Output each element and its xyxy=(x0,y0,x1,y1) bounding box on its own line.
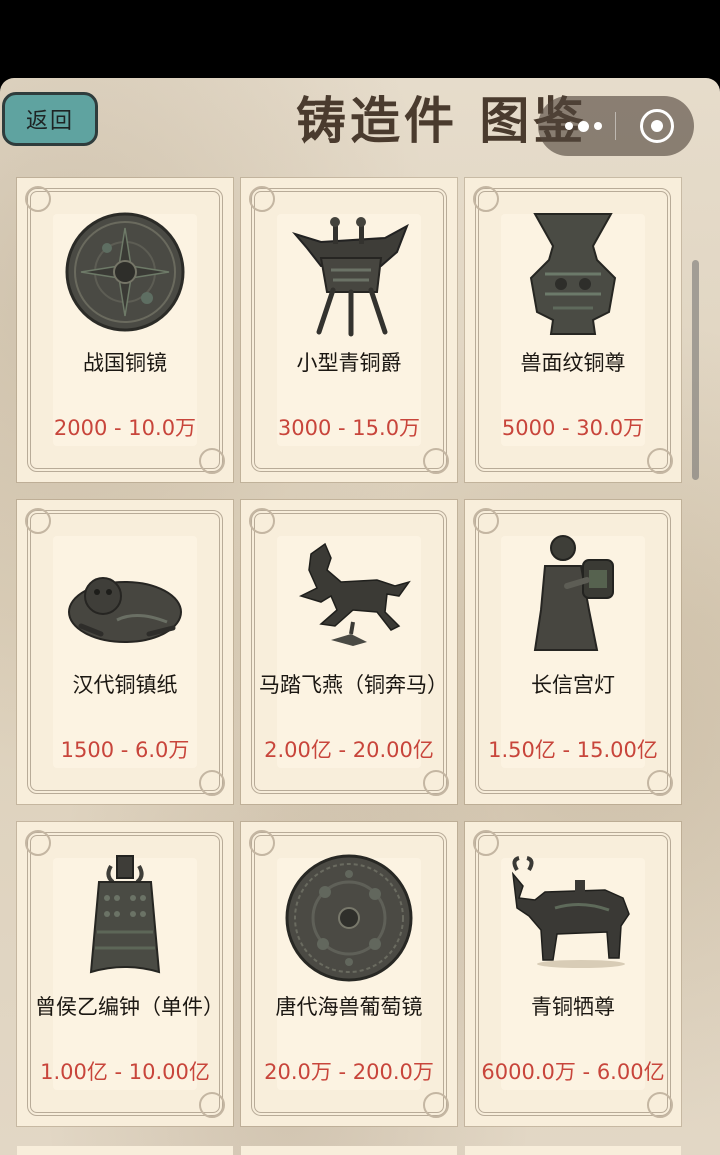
item-name: 青铜牺尊 xyxy=(531,995,615,1019)
item-name: 战国铜镜 xyxy=(83,351,167,375)
item-card[interactable]: 兽面纹铜尊 5000 - 30.0万 xyxy=(465,178,681,482)
item-card[interactable]: 曾侯乙编钟（单件） 1.00亿 - 10.00亿 xyxy=(17,822,233,1126)
capsule-divider xyxy=(615,112,616,140)
item-name: 汉代铜镇纸 xyxy=(72,673,178,697)
encyclopedia-page: 返回 铸造件 图鉴 战国铜镜 2000 - 10.0万 小型青铜爵 3000 -… xyxy=(0,78,720,1155)
item-card[interactable]: 汉代铜镇纸 1500 - 6.0万 xyxy=(17,500,233,804)
item-card[interactable]: 唐代海兽葡萄镜 20.0万 - 200.0万 xyxy=(241,822,457,1126)
item-price-range: 1.00亿 - 10.00亿 xyxy=(40,1060,210,1084)
item-card[interactable]: 小型青铜爵 3000 - 15.0万 xyxy=(241,178,457,482)
item-name: 小型青铜爵 xyxy=(296,351,402,375)
bronze-mirror-icon xyxy=(57,208,193,338)
bronze-zun-vase-icon xyxy=(505,208,641,338)
galloping-horse-icon xyxy=(281,530,417,660)
miniprogram-capsule xyxy=(538,96,694,156)
item-card[interactable]: 战国铜镜 2000 - 10.0万 xyxy=(17,178,233,482)
item-card-partial[interactable] xyxy=(241,1146,457,1155)
ox-zun-icon xyxy=(505,852,641,982)
close-miniprogram-icon[interactable] xyxy=(640,109,674,143)
palace-lamp-icon xyxy=(505,530,641,660)
item-name: 唐代海兽葡萄镜 xyxy=(275,995,423,1019)
bronze-paperweight-icon xyxy=(57,530,193,660)
grape-mirror-icon xyxy=(281,852,417,982)
item-card-partial[interactable] xyxy=(465,1146,681,1155)
item-price-range: 2.00亿 - 20.00亿 xyxy=(264,738,434,762)
item-card[interactable]: 青铜牺尊 6000.0万 - 6.00亿 xyxy=(465,822,681,1126)
header: 返回 铸造件 图鉴 xyxy=(0,78,720,174)
bronze-bell-icon xyxy=(57,852,193,982)
back-button[interactable]: 返回 xyxy=(2,92,98,146)
item-price-range: 1500 - 6.0万 xyxy=(60,738,190,762)
item-name: 曾侯乙编钟（单件） xyxy=(35,995,224,1019)
item-card[interactable]: 长信宫灯 1.50亿 - 15.00亿 xyxy=(465,500,681,804)
item-card[interactable]: 马踏飞燕（铜奔马） 2.00亿 - 20.00亿 xyxy=(241,500,457,804)
item-price-range: 1.50亿 - 15.00亿 xyxy=(488,738,658,762)
item-card-partial[interactable] xyxy=(17,1146,233,1155)
more-dots-icon[interactable] xyxy=(558,96,608,156)
item-name: 长信宫灯 xyxy=(531,673,615,697)
item-price-range: 5000 - 30.0万 xyxy=(501,416,645,440)
bronze-jue-vessel-icon xyxy=(281,208,417,338)
item-price-range: 2000 - 10.0万 xyxy=(53,416,197,440)
item-name: 兽面纹铜尊 xyxy=(520,351,626,375)
item-price-range: 20.0万 - 200.0万 xyxy=(264,1060,434,1084)
item-price-range: 6000.0万 - 6.00亿 xyxy=(481,1060,665,1084)
scrollbar[interactable] xyxy=(692,260,699,480)
status-bar xyxy=(0,0,720,80)
item-price-range: 3000 - 15.0万 xyxy=(277,416,421,440)
item-name: 马踏飞燕（铜奔马） xyxy=(259,673,448,697)
